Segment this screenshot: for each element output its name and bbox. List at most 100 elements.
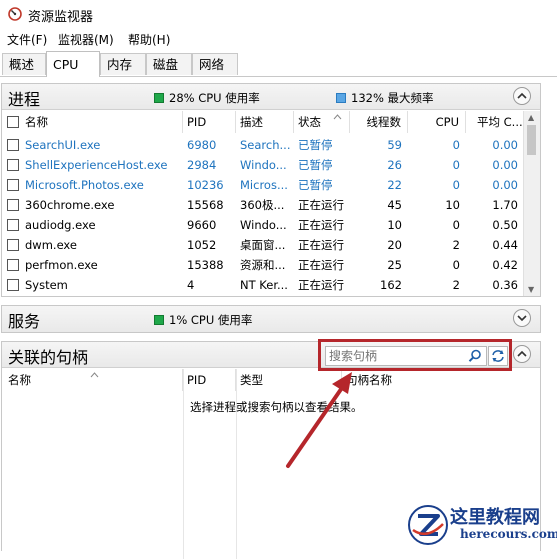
- cell-pid: 2984: [187, 158, 217, 172]
- column-name[interactable]: 名称: [2, 111, 183, 133]
- cell-name: ShellExperienceHost.exe: [25, 158, 168, 172]
- cell-status: 正在运行: [298, 218, 344, 232]
- cell-status: 正在运行: [298, 258, 344, 272]
- cpu-usage-swatch: [154, 93, 164, 103]
- cell-name: perfmon.exe: [25, 258, 98, 272]
- services-cpu-stat: 1% CPU 使用率: [154, 312, 252, 328]
- cell-cpu: 2: [452, 278, 460, 292]
- cell-desc: 桌面窗...: [240, 238, 286, 252]
- cell-name: Microsoft.Photos.exe: [25, 178, 144, 192]
- cell-cpu: 0: [452, 158, 460, 172]
- tab-overview[interactable]: 概述: [2, 53, 46, 75]
- table-row[interactable]: 360chrome.exe 15568 360极... 正在运行 45 10 1.70: [2, 195, 524, 215]
- sort-indicator-icon: [333, 114, 342, 120]
- column-average-cpu[interactable]: 平均 C...: [466, 111, 524, 133]
- menu-monitor[interactable]: 监视器(M): [58, 31, 114, 48]
- cpu-usage-label: 28% CPU 使用率: [169, 91, 260, 105]
- watermark-text: 这里教程网: [450, 507, 540, 528]
- select-all-checkbox[interactable]: [7, 116, 19, 128]
- table-row[interactable]: System 4 NT Ker... 正在运行 162 2 0.36: [2, 275, 524, 295]
- handle-column-pid[interactable]: PID: [183, 369, 236, 391]
- handles-header[interactable]: 关联的句柄: [2, 342, 540, 368]
- cell-pid: 9660: [187, 218, 217, 232]
- cell-threads: 45: [387, 198, 402, 212]
- cell-cpu: 0: [452, 218, 460, 232]
- watermark-logo-icon: [408, 505, 448, 545]
- max-frequency-swatch: [336, 93, 346, 103]
- table-row[interactable]: dwm.exe 1052 桌面窗... 正在运行 20 2 0.44: [2, 235, 524, 255]
- handle-column-type[interactable]: 类型: [236, 369, 342, 391]
- services-expand-button[interactable]: [513, 309, 531, 327]
- handles-collapse-button[interactable]: [513, 345, 531, 363]
- cell-threads: 10: [387, 218, 402, 232]
- cell-status: 正在运行: [298, 238, 344, 252]
- scroll-down-arrow-icon[interactable]: ▼: [528, 285, 534, 294]
- cell-desc: NT Ker...: [240, 278, 288, 292]
- search-icon[interactable]: [468, 349, 482, 363]
- chevron-up-icon: [517, 350, 527, 357]
- table-row[interactable]: perfmon.exe 15388 资源和... 正在运行 25 0 0.42: [2, 255, 524, 275]
- column-threads[interactable]: 线程数: [350, 111, 408, 133]
- processes-scroll-thumb[interactable]: [527, 125, 536, 155]
- watermark: 这里教程网 herecours.com: [405, 500, 557, 550]
- cell-cpu: 2: [452, 238, 460, 252]
- cell-avg: 0.44: [492, 238, 518, 252]
- table-row[interactable]: Microsoft.Photos.exe 10236 Micros... 已暂停 22 0…: [2, 175, 524, 195]
- cell-avg: 0.00: [492, 178, 518, 192]
- services-panel: 服务 1% CPU 使用率: [1, 305, 541, 333]
- column-description[interactable]: 描述: [236, 111, 294, 133]
- chevron-down-icon: [517, 315, 527, 322]
- cell-status: 已暂停: [298, 158, 333, 172]
- max-frequency-stat: 132% 最大频率: [336, 90, 434, 106]
- column-pid[interactable]: PID: [183, 111, 236, 133]
- watermark-subtext: herecours.com: [460, 527, 557, 541]
- processes-collapse-button[interactable]: [513, 87, 531, 105]
- column-cpu[interactable]: CPU: [408, 111, 466, 133]
- cell-desc: Windo...: [240, 218, 287, 232]
- cell-name: SearchUI.exe: [25, 138, 101, 152]
- processes-title: 进程: [8, 90, 41, 109]
- cell-name: audiodg.exe: [25, 218, 96, 232]
- cell-cpu: 0: [452, 178, 460, 192]
- menu-file[interactable]: 文件(F): [7, 31, 47, 48]
- processes-panel: 进程 28% CPU 使用率 132% 最大频率 名称 PID 描述 状态 线程…: [1, 83, 541, 297]
- table-row[interactable]: audiodg.exe 9660 Windo... 正在运行 10 0 0.50: [2, 215, 524, 235]
- tab-memory[interactable]: 内存: [100, 53, 146, 75]
- cpu-usage-stat: 28% CPU 使用率: [154, 90, 260, 106]
- processes-scrollbar[interactable]: ▲ ▼: [523, 111, 540, 296]
- handles-empty-message: 选择进程或搜索句柄以查看结果。: [190, 400, 363, 414]
- title-bar: 资源监视器: [0, 0, 557, 28]
- cell-pid: 4: [187, 278, 195, 292]
- refresh-search-button[interactable]: [488, 346, 508, 366]
- table-row[interactable]: SearchUI.exe 6980 Search... 已暂停 59 0 0.00: [2, 135, 524, 155]
- services-header[interactable]: 服务 1% CPU 使用率: [2, 306, 540, 332]
- tab-network[interactable]: 网络: [192, 53, 238, 75]
- services-cpu-swatch: [154, 315, 164, 325]
- handles-title: 关联的句柄: [8, 348, 89, 367]
- cell-avg: 1.70: [492, 198, 518, 212]
- handle-column-handle-name[interactable]: 句柄名称: [342, 369, 524, 391]
- cell-status: 正在运行: [298, 198, 344, 212]
- cell-threads: 20: [387, 238, 402, 252]
- tab-disk[interactable]: 磁盘: [146, 53, 192, 75]
- cell-name: System: [25, 278, 68, 292]
- cell-avg: 0.00: [492, 158, 518, 172]
- cell-pid: 1052: [187, 238, 217, 252]
- cell-cpu: 10: [445, 198, 460, 212]
- cell-avg: 0.50: [492, 218, 518, 232]
- column-divider: [183, 369, 184, 559]
- cell-threads: 22: [387, 178, 402, 192]
- table-row[interactable]: ShellExperienceHost.exe 2984 Windo... 已暂停 26…: [2, 155, 524, 175]
- scroll-up-arrow-icon[interactable]: ▲: [528, 113, 534, 122]
- tab-cpu[interactable]: CPU: [46, 51, 100, 77]
- menu-help[interactable]: 帮助(H): [128, 31, 170, 48]
- handle-search-box[interactable]: [325, 346, 487, 366]
- column-name-label: 名称: [25, 115, 48, 129]
- processes-header[interactable]: 进程 28% CPU 使用率 132% 最大频率: [2, 84, 540, 110]
- handle-search-input[interactable]: [329, 348, 465, 364]
- cell-status: 已暂停: [298, 138, 333, 152]
- cell-pid: 10236: [187, 178, 224, 192]
- column-divider: [236, 369, 237, 559]
- cell-desc: 资源和...: [240, 258, 286, 272]
- cell-threads: 26: [387, 158, 402, 172]
